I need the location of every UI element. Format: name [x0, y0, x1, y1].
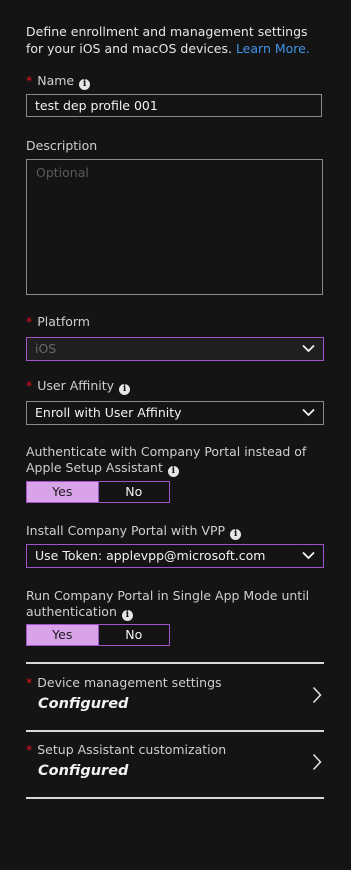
toggle-yes-option[interactable]: Yes [27, 625, 99, 645]
company-portal-auth-label: Authenticate with Company Portal instead… [26, 444, 324, 477]
toggle-yes-option[interactable]: Yes [27, 482, 99, 502]
name-field[interactable]: test dep profile 001 [26, 94, 322, 117]
user-affinity-dropdown[interactable]: Enroll with User Affinity [26, 401, 324, 425]
device-management-settings-row[interactable]: * Device management settings Configured [26, 665, 324, 729]
required-asterisk: * [26, 73, 33, 88]
chevron-right-icon [312, 753, 322, 771]
info-icon[interactable]: i [121, 610, 133, 621]
user-affinity-value: Enroll with User Affinity [35, 405, 182, 420]
toggle-no-option[interactable]: No [99, 625, 170, 645]
required-asterisk: * [26, 314, 33, 329]
chevron-down-icon [302, 344, 315, 353]
platform-label-text: Platform [37, 314, 90, 329]
name-label-text: Name [37, 73, 75, 88]
company-portal-auth-label-text: Authenticate with Company Portal instead… [26, 444, 307, 475]
required-asterisk: * [26, 675, 33, 690]
chevron-down-icon [302, 408, 315, 417]
chevron-down-icon [302, 551, 315, 560]
platform-value: iOS [35, 341, 57, 356]
platform-label: * Platform [26, 314, 324, 330]
divider [26, 662, 324, 664]
nav-title-text: Device management settings [37, 675, 222, 690]
info-icon[interactable]: i [119, 384, 131, 395]
required-asterisk: * [26, 378, 33, 393]
intro-text: Define enrollment and management setting… [26, 23, 324, 57]
company-portal-auth-toggle[interactable]: Yes No [26, 481, 170, 503]
user-affinity-label: * User Affinity i [26, 378, 324, 395]
nav-status: Configured [38, 696, 129, 712]
nav-title-text: Setup Assistant customization [37, 742, 227, 757]
single-app-mode-label-text: Run Company Portal in Single App Mode un… [26, 588, 310, 619]
single-app-mode-toggle[interactable]: Yes No [26, 624, 170, 646]
learn-more-link[interactable]: Learn More. [236, 41, 310, 56]
chevron-right-icon [312, 686, 322, 704]
required-asterisk: * [26, 742, 33, 757]
nav-title: * Device management settings [26, 675, 222, 690]
nav-title: * Setup Assistant customization [26, 742, 226, 757]
vpp-token-value: Use Token: applevpp@microsoft.com [35, 548, 266, 563]
name-label: * Name i [26, 73, 324, 90]
divider [26, 797, 324, 799]
description-field[interactable]: Optional [26, 159, 323, 295]
vpp-label: Install Company Portal with VPP i [26, 523, 324, 540]
info-icon[interactable]: i [230, 529, 242, 540]
single-app-mode-label: Run Company Portal in Single App Mode un… [26, 588, 324, 621]
platform-dropdown[interactable]: iOS [26, 337, 324, 361]
vpp-token-dropdown[interactable]: Use Token: applevpp@microsoft.com [26, 544, 324, 568]
toggle-no-option[interactable]: No [99, 482, 170, 502]
description-label: Description [26, 138, 98, 153]
vpp-label-text: Install Company Portal with VPP [26, 523, 226, 538]
info-icon[interactable]: i [79, 79, 91, 90]
user-affinity-label-text: User Affinity [37, 378, 115, 393]
setup-assistant-customization-row[interactable]: * Setup Assistant customization Configure… [26, 732, 324, 796]
info-icon[interactable]: i [167, 466, 179, 477]
nav-status: Configured [38, 763, 129, 779]
